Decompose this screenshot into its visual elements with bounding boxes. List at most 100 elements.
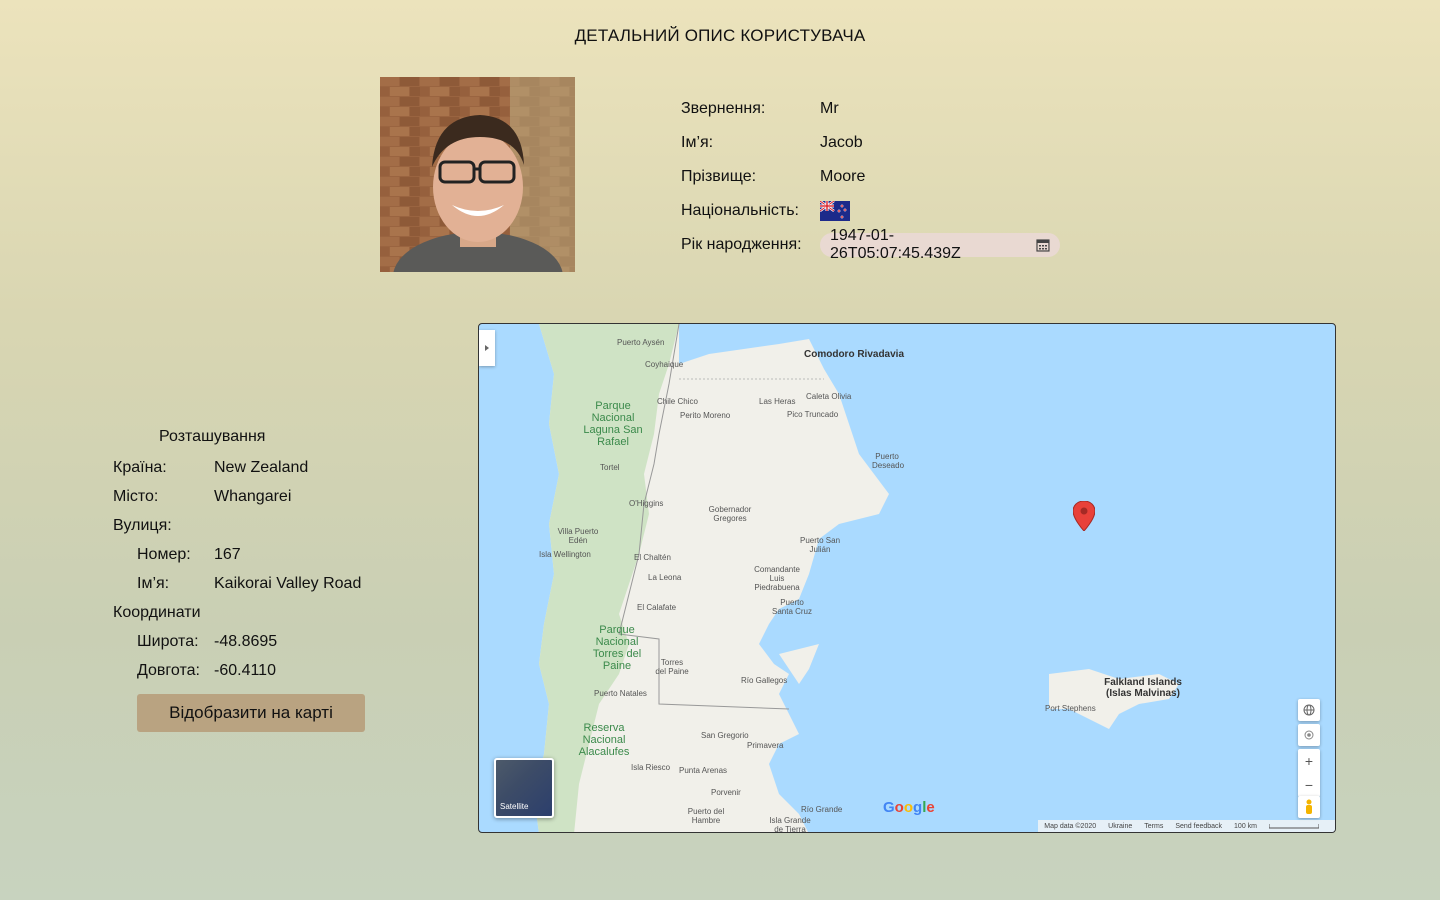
map-label-rio-grande: Río Grande bbox=[801, 805, 843, 814]
map-marker-icon[interactable] bbox=[1073, 501, 1095, 531]
map-label-puerto-santa-cruz: Puerto Santa Cruz bbox=[771, 598, 813, 616]
birth-date-value: 1947-01-26T05:07:45.439Z bbox=[830, 227, 961, 262]
city-row: Місто: Whangarei bbox=[113, 482, 361, 511]
zoom-controls: + − bbox=[1298, 749, 1320, 797]
street-label: Вулиця: bbox=[113, 516, 172, 534]
map-label-comandante: Comandante Luis Piedrabuena bbox=[754, 565, 800, 592]
coords-row: Координати bbox=[113, 598, 361, 627]
satellite-toggle-button[interactable]: Satellite bbox=[494, 758, 554, 818]
latitude-value: -48.8695 bbox=[214, 632, 278, 650]
minus-icon: − bbox=[1304, 777, 1314, 793]
longitude-label: Довгота: bbox=[137, 661, 200, 679]
scale-bar-icon bbox=[1269, 823, 1319, 828]
first-name-value: Jacob bbox=[820, 134, 863, 151]
map-label-caleta: Caleta Olivia bbox=[806, 392, 852, 401]
zoom-out-button[interactable]: − bbox=[1298, 773, 1320, 797]
nationality-label: Національність: bbox=[681, 202, 799, 219]
chevron-right-icon bbox=[485, 345, 489, 351]
birth-date-field[interactable]: 1947-01-26T05:07:45.439Z bbox=[820, 227, 1060, 262]
map-label-puerto-natales: Puerto Natales bbox=[594, 689, 647, 698]
row-nationality: Національність: bbox=[681, 194, 1060, 228]
location-panel: Розташування Країна: New Zealand Місто: … bbox=[113, 425, 361, 685]
title-value: Mr bbox=[820, 100, 839, 117]
map-label-tortel: Tortel bbox=[600, 463, 620, 472]
birth-label: Рік народження: bbox=[681, 236, 802, 253]
collapse-panel-button[interactable] bbox=[479, 330, 495, 366]
street-name-label: Ім’я: bbox=[137, 574, 170, 592]
map-feedback-link[interactable]: Send feedback bbox=[1175, 823, 1222, 830]
profile-info: Звернення: Mr Ім’я: Jacob Прізвище: Moor… bbox=[681, 92, 1060, 262]
map-label-park-laguna: Parque Nacional Laguna San Rafael bbox=[583, 400, 643, 448]
my-location-button[interactable] bbox=[1298, 724, 1320, 746]
row-birth: Рік народження: 1947-01-26T05:07:45.439Z bbox=[681, 227, 1060, 262]
map-region-link[interactable]: Ukraine bbox=[1108, 823, 1132, 830]
location-heading: Розташування bbox=[159, 428, 266, 445]
target-icon bbox=[1304, 730, 1314, 740]
pegman-icon bbox=[1306, 799, 1312, 814]
map-label-porvenir: Porvenir bbox=[711, 788, 741, 797]
map-label-villa-puerto: Villa Puerto Edén bbox=[557, 527, 599, 545]
map-label-puerto-deseado: Puerto Deseado bbox=[872, 452, 905, 470]
zoom-in-button[interactable]: + bbox=[1298, 749, 1320, 773]
globe-button[interactable] bbox=[1298, 699, 1320, 721]
row-last-name: Прізвище: Moore bbox=[681, 160, 1060, 194]
city-label: Місто: bbox=[113, 487, 159, 505]
map-label-las-heras: Las Heras bbox=[759, 397, 796, 406]
map-label-isla-wellington: Isla Wellington bbox=[539, 550, 591, 559]
map-label-puerto-aysen: Puerto Aysén bbox=[617, 338, 665, 347]
map-label-ohiggins: O'Higgins bbox=[629, 499, 664, 508]
map-label-pico: Pico Truncado bbox=[787, 410, 839, 419]
google-map[interactable]: Comodoro Rivadavia Puerto Aysén Coyhaiqu… bbox=[478, 323, 1336, 833]
map-label-port-stephens: Port Stephens bbox=[1045, 704, 1096, 713]
map-label-isla-riesco: Isla Riesco bbox=[631, 763, 671, 772]
calendar-icon[interactable] bbox=[1036, 238, 1050, 252]
plus-icon: + bbox=[1304, 753, 1314, 769]
street-row: Вулиця: bbox=[113, 511, 361, 540]
street-number-label: Номер: bbox=[137, 545, 191, 563]
satellite-label: Satellite bbox=[500, 802, 529, 811]
country-value: New Zealand bbox=[214, 458, 309, 476]
map-label-rio-gallegos: Río Gallegos bbox=[741, 676, 788, 685]
last-name-label: Прізвище: bbox=[681, 168, 757, 185]
show-on-map-button[interactable]: Відобразити на карті bbox=[137, 694, 365, 732]
latitude-label: Широта: bbox=[137, 632, 199, 650]
google-logo: Google bbox=[883, 799, 935, 816]
map-label-el-chalten: El Chaltén bbox=[634, 553, 671, 562]
longitude-row: Довгота: -60.4110 bbox=[113, 656, 361, 685]
city-value: Whangarei bbox=[214, 487, 292, 505]
first-name-label: Ім’я: bbox=[681, 134, 714, 151]
flag-nz-icon bbox=[820, 201, 850, 221]
map-label-primavera: Primavera bbox=[747, 741, 784, 750]
map-attribution: Map data ©2020 Ukraine Terms Send feedba… bbox=[1038, 820, 1335, 832]
street-name-value: Kaikorai Valley Road bbox=[214, 574, 362, 592]
map-data-text: Map data ©2020 bbox=[1044, 822, 1097, 830]
map-label-puerto-san-julian: Puerto San Julián bbox=[799, 536, 841, 554]
row-title: Звернення: Mr bbox=[681, 92, 1060, 126]
title-label: Звернення: bbox=[681, 100, 766, 117]
map-terms-link[interactable]: Terms bbox=[1144, 823, 1163, 830]
map-label-coyhaique: Coyhaique bbox=[645, 360, 684, 369]
map-label-gobernador: Gobernador Gregores bbox=[708, 505, 752, 523]
globe-icon bbox=[1303, 704, 1315, 716]
user-photo bbox=[380, 77, 575, 272]
street-view-pegman[interactable] bbox=[1298, 796, 1320, 818]
street-number-row: Номер: 167 bbox=[113, 540, 361, 569]
map-label-comodoro: Comodoro Rivadavia bbox=[804, 349, 905, 360]
map-scale: 100 km bbox=[1234, 822, 1257, 830]
coords-label: Координати bbox=[113, 603, 201, 621]
map-label-chile-chico: Chile Chico bbox=[657, 397, 698, 406]
map-label-san-gregorio: San Gregorio bbox=[701, 731, 749, 740]
map-label-la-leona: La Leona bbox=[648, 573, 682, 582]
country-label: Країна: bbox=[113, 458, 167, 476]
map-label-park-torres: Parque Nacional Torres del Paine bbox=[592, 624, 642, 672]
map-label-punta-arenas: Punta Arenas bbox=[679, 766, 728, 775]
last-name-value: Moore bbox=[820, 168, 866, 185]
map-label-isla-grande: Isla Grande de Tierra bbox=[769, 816, 811, 833]
street-name-row: Ім’я: Kaikorai Valley Road bbox=[113, 569, 361, 598]
map-label-torres: Torres del Paine bbox=[655, 658, 689, 676]
map-label-park-alacalufes: Reserva Nacional Alacalufes bbox=[578, 722, 630, 758]
map-label-puerto-del-hambre: Puerto del Hambre bbox=[687, 807, 725, 825]
map-label-el-calafate: El Calafate bbox=[637, 603, 677, 612]
map-label-falkland: Falkland Islands (Islas Malvinas) bbox=[1104, 677, 1182, 699]
latitude-row: Широта: -48.8695 bbox=[113, 627, 361, 656]
